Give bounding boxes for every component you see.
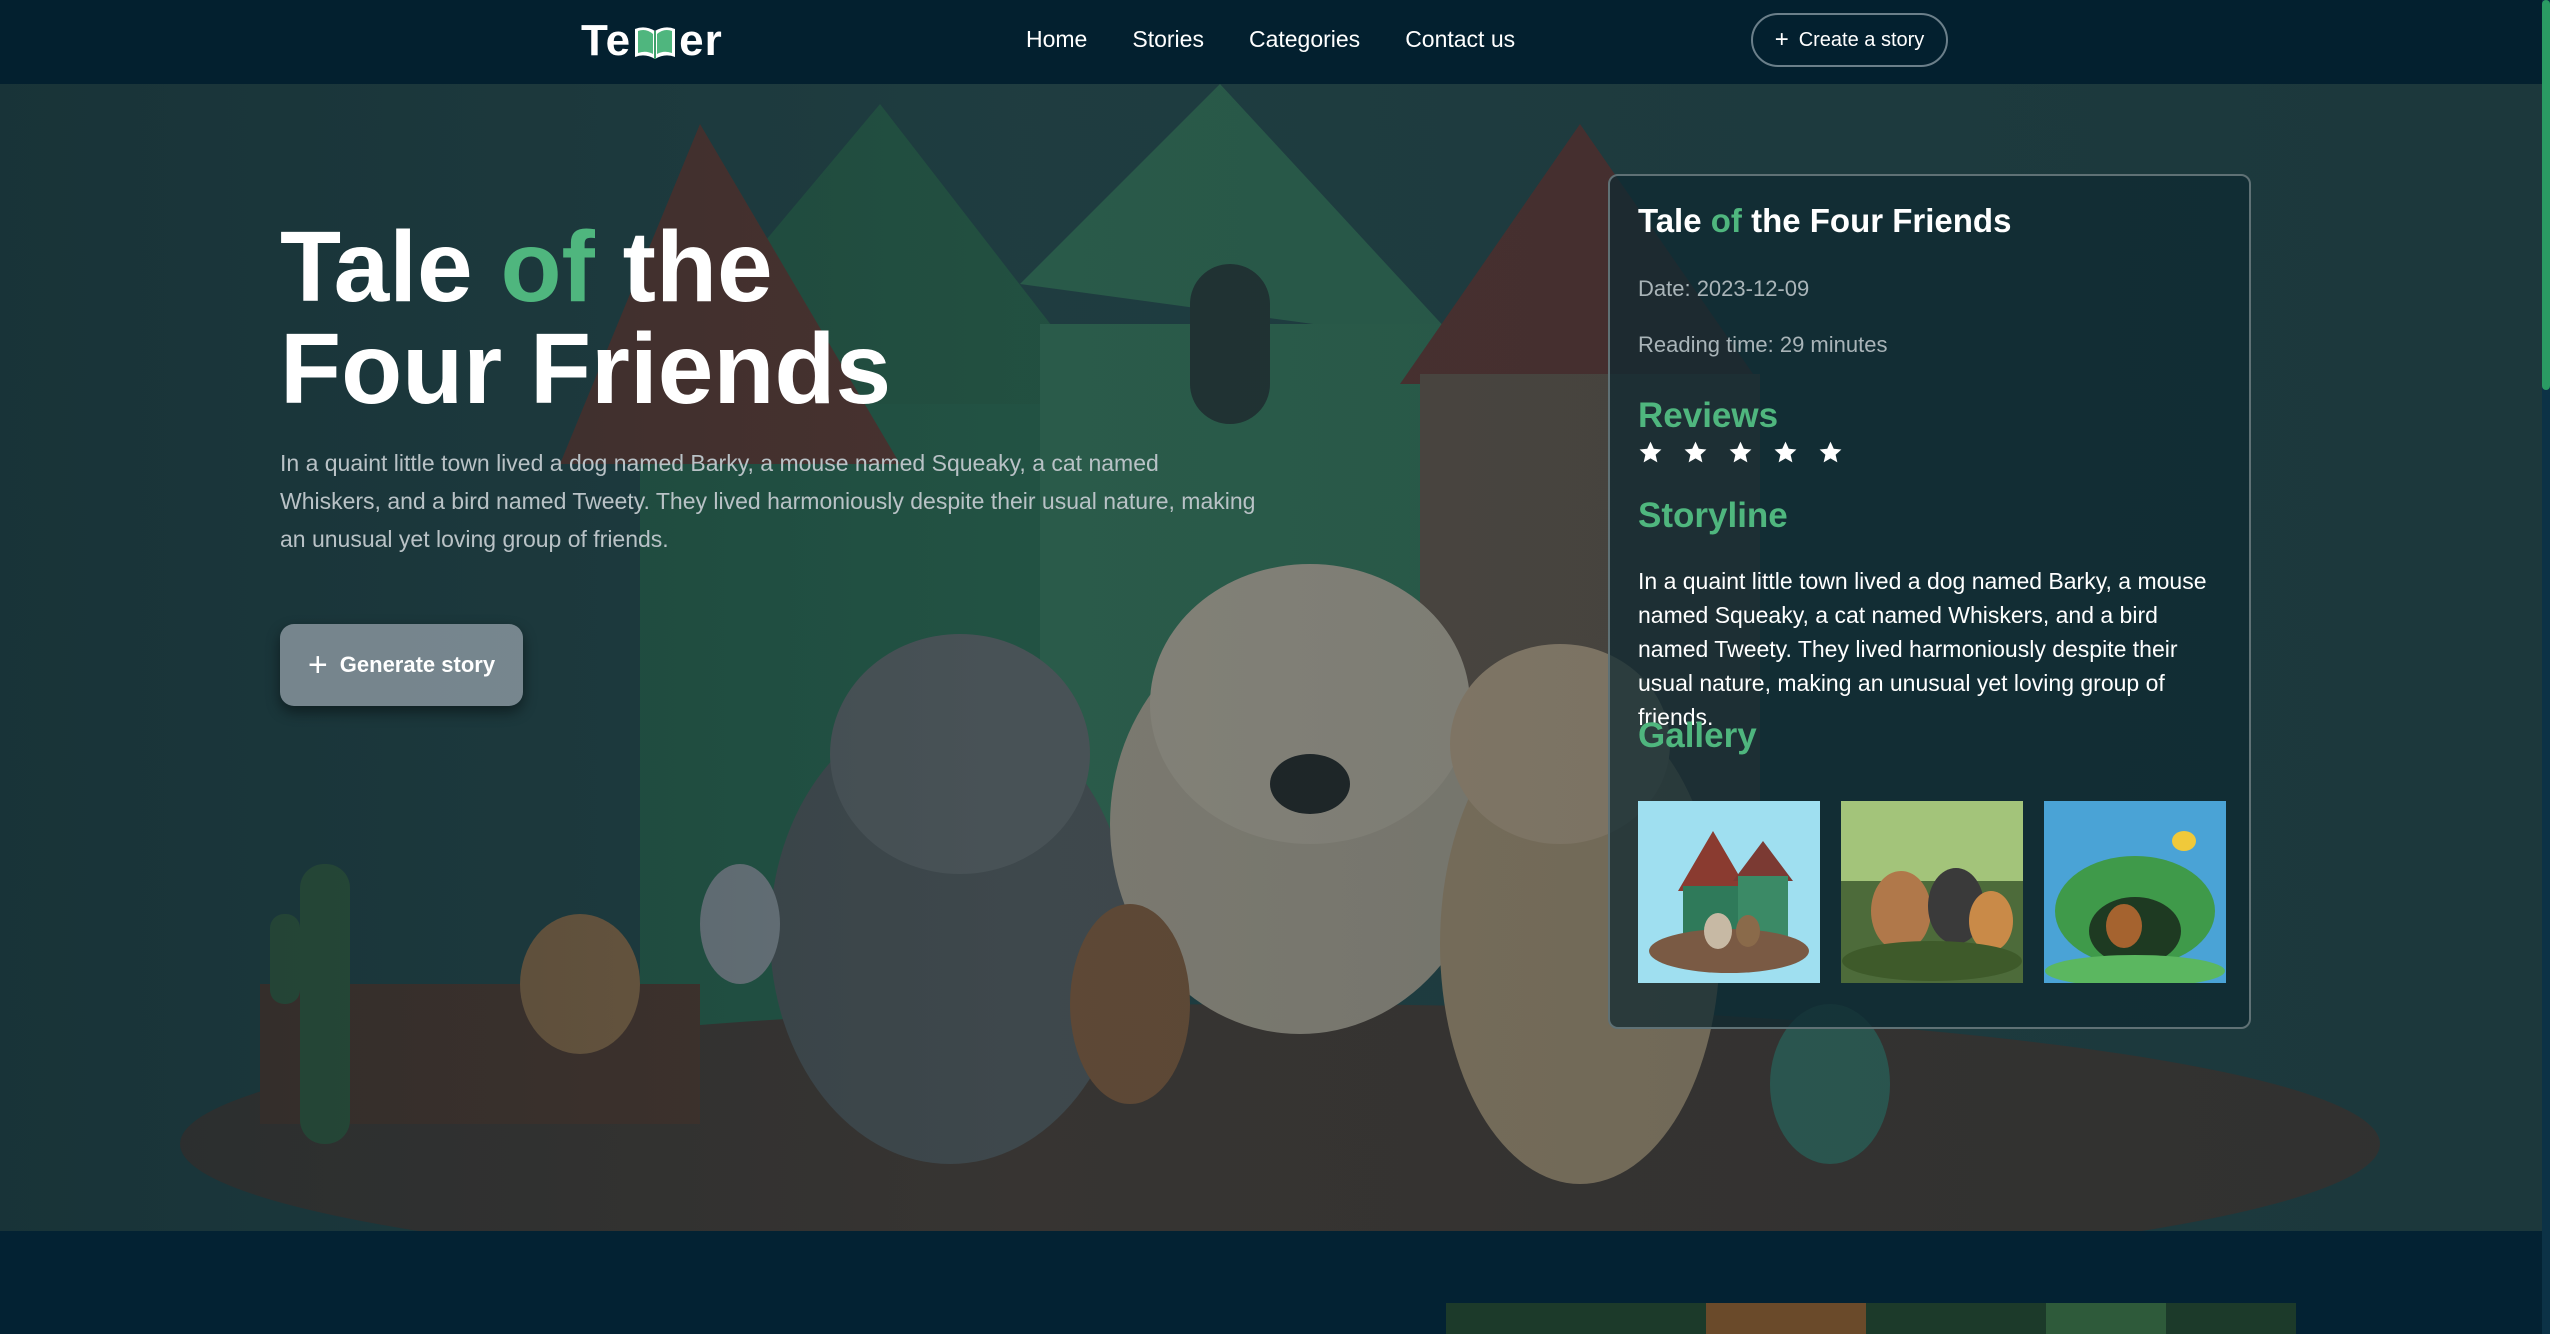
star-icon <box>1729 441 1752 463</box>
story-details-card: Tale of the Four Friends Date: 2023-12-0… <box>1608 174 2251 1029</box>
gallery <box>1638 801 2226 983</box>
hero-title-accent: of <box>500 211 595 323</box>
plus-icon: + <box>307 646 328 684</box>
star-icon <box>1684 441 1707 463</box>
storyline-text: In a quaint little town lived a dog name… <box>1638 568 2207 730</box>
story-date: Date: 2023-12-09 <box>1638 276 1810 301</box>
create-story-button[interactable]: + Create a story <box>1751 13 1948 67</box>
main-menu: Home Stories Categories Contact us <box>1026 26 1515 53</box>
create-story-label: Create a story <box>1798 28 1925 51</box>
star-icon <box>1639 441 1662 463</box>
card-title-part2: the Four Friends <box>1741 202 2012 239</box>
card-title-part1: Tale <box>1638 202 1711 239</box>
hero-title-part1: Tale <box>280 211 501 323</box>
card-title-accent: of <box>1710 202 1742 239</box>
star-icon <box>1774 441 1797 463</box>
star-rating <box>1638 440 1843 465</box>
star-icon <box>1819 441 1842 463</box>
gallery-thumbnail-leaf-shelter[interactable] <box>2044 801 2226 983</box>
scrollbar-thumb[interactable] <box>2542 0 2550 390</box>
gallery-thumbnail-forest-friends[interactable] <box>1841 801 2023 983</box>
plus-icon: + <box>1774 26 1789 53</box>
storyline-heading: Storyline <box>1638 496 1788 535</box>
logo-text-right: er <box>679 16 723 65</box>
reviews-heading: Reviews <box>1638 396 1779 435</box>
gallery-heading: Gallery <box>1638 716 1757 755</box>
hero-section: Tale of the Four Friends In a quaint litt… <box>0 84 2542 1231</box>
next-section <box>0 1231 2542 1334</box>
top-navbar: Te er Home Stories Categories Contact us… <box>0 0 2550 84</box>
hero-title-line2: Four Friends <box>280 313 892 425</box>
generate-story-label: Generate story <box>339 652 496 677</box>
hero-description: In a quaint little town lived a dog name… <box>280 450 1256 552</box>
nav-link-categories[interactable]: Categories <box>1249 26 1360 53</box>
open-book-icon <box>635 27 676 59</box>
logo-text-left: Te <box>581 16 632 65</box>
card-title: Tale of the Four Friends <box>1638 202 2011 240</box>
next-section-image <box>1446 1303 2296 1334</box>
generate-story-button[interactable]: + Generate story <box>280 624 523 706</box>
nav-link-contact[interactable]: Contact us <box>1405 26 1515 53</box>
nav-link-stories[interactable]: Stories <box>1132 26 1204 53</box>
hero-title-part2: the <box>594 211 773 323</box>
hero-title: Tale of the Four Friends <box>280 216 1280 420</box>
reading-time: Reading time: 29 minutes <box>1638 332 1888 357</box>
nav-link-home[interactable]: Home <box>1026 26 1087 53</box>
gallery-thumbnail-houses[interactable] <box>1638 801 1820 983</box>
site-logo[interactable]: Te er <box>581 16 723 66</box>
